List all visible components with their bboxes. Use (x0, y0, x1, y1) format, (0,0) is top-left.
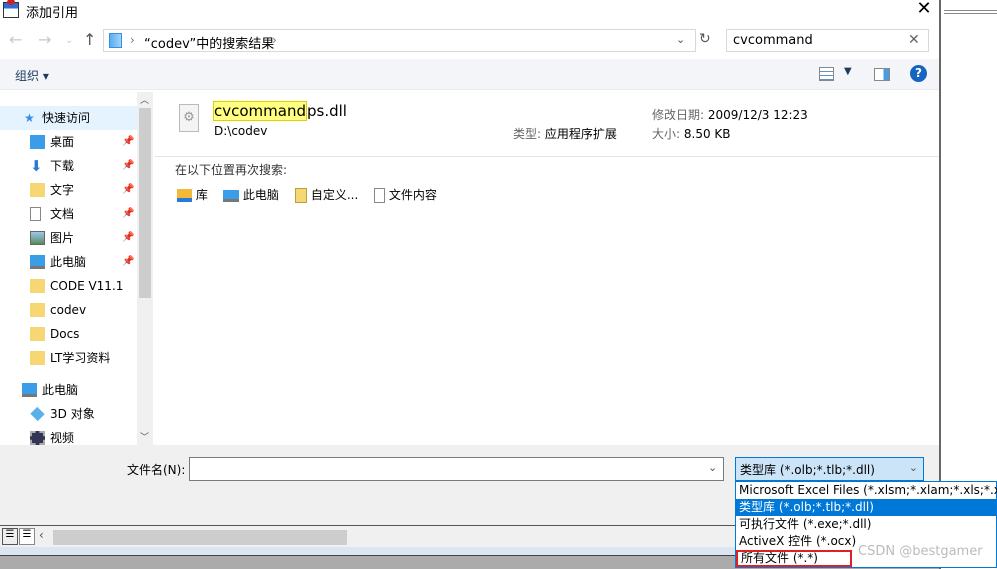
video-icon (30, 431, 45, 445)
sidebar-item-text[interactable]: 文字 📌 (0, 178, 137, 202)
result-size: 大小: 8.50 KB (652, 127, 731, 141)
picture-icon (30, 231, 45, 245)
custom-folder-icon (295, 188, 307, 203)
sidebar-item-lt[interactable]: LT学习资料 (0, 346, 137, 370)
search-term-highlight: cvcommand (213, 101, 307, 121)
sidebar-item-this-pc-pinned[interactable]: 此电脑 📌 (0, 250, 137, 274)
list-view-icon[interactable]: ☰ (2, 528, 18, 545)
filename-label: 文件名(N): (127, 463, 186, 477)
toolbar: 组织 ▾ ▼ ? (0, 59, 939, 90)
filetype-option-typelib[interactable]: 类型库 (*.olb;*.tlb;*.dll) (736, 499, 996, 516)
back-button[interactable]: ← (9, 30, 22, 49)
sidebar-item-videos[interactable]: 视频 (0, 426, 137, 445)
chevron-right-icon[interactable]: › (130, 33, 135, 47)
computer-icon (30, 255, 45, 269)
address-bar[interactable]: › “codev”中的搜索结果 › (103, 29, 696, 52)
navigation-pane: ★ 快速访问 桌面 📌 ⬇ 下载 📌 文字 📌 文档 📌 图片 📌 此电脑 📌 CODE V11… (0, 92, 153, 445)
filetype-select[interactable]: 类型库 (*.olb;*.tlb;*.dll) ⌄ (735, 457, 924, 481)
pin-icon: 📌 (122, 208, 135, 219)
window-title: 添加引用 (26, 6, 79, 21)
search-input[interactable]: cvcommand (726, 29, 929, 52)
preview-pane-icon[interactable] (874, 68, 890, 81)
pin-icon: 📌 (122, 184, 135, 195)
file-contents-icon (374, 188, 385, 203)
folder-icon (30, 351, 45, 365)
pin-icon: 📌 (122, 160, 135, 171)
folder-icon (30, 183, 45, 197)
address-path: “codev”中的搜索结果 (144, 37, 275, 52)
filetype-option-all-files[interactable]: 所有文件 (*.*) (736, 550, 852, 567)
sidebar-item-3d-objects[interactable]: 3D 对象 (0, 402, 137, 426)
help-icon[interactable]: ? (910, 65, 927, 82)
view-details-icon[interactable] (819, 67, 834, 81)
folder-icon (30, 327, 45, 341)
filetype-option-excel[interactable]: Microsoft Excel Files (*.xlsm;*.xlam;*.x… (736, 482, 997, 499)
folder-icon (30, 303, 45, 317)
dll-file-icon: ⚙ (179, 104, 199, 132)
search-again-file-contents[interactable]: 文件内容 (374, 186, 437, 203)
scroll-up-icon[interactable]: ︿ (140, 93, 149, 106)
recent-locations-chevron-icon[interactable]: ⌄ (65, 35, 73, 46)
result-modified: 修改日期: 2009/12/3 12:23 (652, 108, 808, 122)
search-again-library[interactable]: 库 (177, 186, 208, 203)
divider (155, 156, 939, 157)
download-icon: ⬇ (30, 157, 43, 175)
background-window-line (944, 10, 997, 14)
file-list: ⚙ cvcommandps.dll D:\codev 类型: 应用程序扩展 修改… (155, 92, 939, 445)
search-again-this-pc[interactable]: 此电脑 (223, 186, 279, 203)
result-location: D:\codev (214, 124, 268, 138)
organize-menu[interactable]: 组织 ▾ (15, 67, 49, 84)
horizontal-scroll-thumb[interactable] (53, 530, 347, 545)
sidebar-item-documents[interactable]: 文档 📌 (0, 202, 137, 226)
scroll-left-icon[interactable]: ‹ (39, 528, 44, 542)
sidebar-item-this-pc[interactable]: 此电脑 (0, 378, 137, 402)
app-icon (3, 0, 19, 18)
forward-button[interactable]: → (38, 30, 51, 49)
desktop-icon (30, 135, 45, 149)
document-icon (30, 207, 41, 221)
close-button[interactable]: ✕ (912, 0, 936, 19)
details-view-icon[interactable]: ☰ (19, 528, 35, 545)
search-results-icon (109, 33, 122, 48)
title-bar: 添加引用 ✕ (0, 0, 939, 22)
watermark: CSDN @bestgamer (858, 544, 983, 559)
sidebar-item-codev[interactable]: codev (0, 298, 137, 322)
filetype-option-executable[interactable]: 可执行文件 (*.exe;*.dll) (736, 516, 996, 533)
folder-icon (30, 279, 45, 293)
view-dropdown-icon[interactable]: ▼ (844, 66, 852, 77)
computer-icon (223, 189, 239, 202)
scroll-down-icon[interactable]: ﹀ (140, 430, 149, 443)
library-icon (177, 189, 192, 202)
cube-icon (30, 406, 45, 422)
sidebar-item-code-v[interactable]: CODE V11.1 (0, 274, 137, 298)
sidebar-item-docs[interactable]: Docs (0, 322, 137, 346)
pin-icon: 📌 (122, 136, 135, 147)
up-button[interactable]: ↑ (83, 30, 96, 49)
sidebar-item-quick-access[interactable]: ★ 快速访问 (0, 106, 137, 130)
sidebar-item-pictures[interactable]: 图片 📌 (0, 226, 137, 250)
sidebar-item-desktop[interactable]: 桌面 📌 (0, 130, 137, 154)
sidebar-scroll-thumb[interactable] (139, 108, 151, 298)
pin-icon: 📌 (122, 232, 135, 243)
sidebar-item-downloads[interactable]: ⬇ 下载 📌 (0, 154, 137, 178)
search-again-custom[interactable]: 自定义... (295, 186, 358, 203)
pin-icon: 📌 (122, 256, 135, 267)
computer-icon (22, 383, 37, 397)
clear-search-icon[interactable]: ✕ (908, 32, 920, 48)
filename-dropdown-chevron-icon[interactable]: ⌄ (708, 461, 717, 474)
refresh-icon[interactable]: ↻ (699, 31, 711, 47)
search-again-label: 在以下位置再次搜索: (175, 163, 288, 177)
result-type: 类型: 应用程序扩展 (513, 127, 617, 141)
filename-input[interactable] (189, 457, 724, 481)
address-dropdown-chevron-icon[interactable]: ⌄ (676, 33, 685, 46)
result-file-name: cvcommandps.dll (213, 101, 347, 121)
chevron-right-icon[interactable]: › (272, 33, 277, 47)
chevron-down-icon: ⌄ (908, 461, 918, 474)
search-result-item[interactable]: ⚙ cvcommandps.dll D:\codev 类型: 应用程序扩展 修改… (155, 92, 939, 154)
